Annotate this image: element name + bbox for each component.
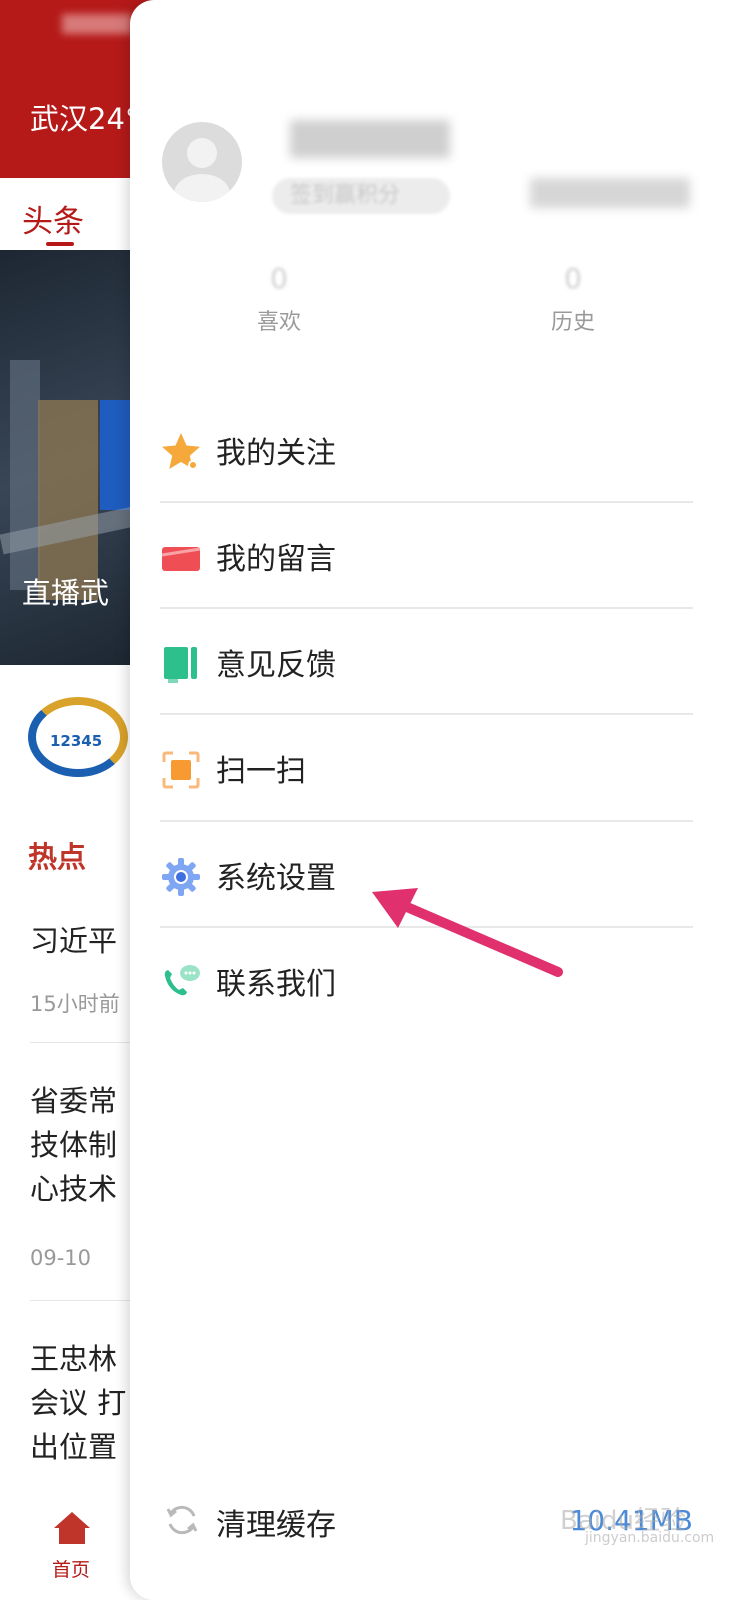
menu-divider <box>160 820 693 822</box>
menu-label: 意见反馈 <box>216 648 336 683</box>
menu-label: 系统设置 <box>216 861 336 896</box>
gear-icon <box>162 858 200 896</box>
hotline-logo-text: 12345 <box>50 732 103 750</box>
likes-label: 喜欢 <box>256 310 301 335</box>
menu-label: 我的关注 <box>216 436 336 471</box>
menu-scan[interactable]: 扫一扫 <box>160 716 693 822</box>
news-title-line[interactable]: 心技术 <box>30 1166 117 1208</box>
history-count: 0 <box>564 262 582 295</box>
menu-my-comments[interactable]: 我的留言 <box>160 504 693 610</box>
city-weather[interactable]: 武汉24° <box>30 96 139 138</box>
user-avatar[interactable] <box>162 122 242 202</box>
menu-label: 我的留言 <box>216 542 336 577</box>
menu-divider <box>160 501 693 503</box>
refresh-icon <box>166 1505 198 1535</box>
likes-count: 0 <box>270 262 288 295</box>
news-title-line[interactable]: 出位置 <box>30 1424 117 1466</box>
signin-points-badge[interactable]: 签到赢积分 <box>272 178 450 214</box>
home-icon[interactable] <box>52 1510 92 1546</box>
menu-divider <box>160 607 693 609</box>
star-icon <box>162 433 200 470</box>
message-card-icon <box>161 547 201 571</box>
stat-history[interactable]: 0 历史 <box>518 262 628 336</box>
username-blurred[interactable] <box>290 120 450 158</box>
scan-icon <box>162 751 200 789</box>
phone-chat-icon <box>164 965 200 996</box>
banner-caption: 直播武 <box>22 576 110 610</box>
feed-divider <box>30 1300 130 1301</box>
watermark-url: jingyan.baidu.com <box>585 1530 715 1546</box>
menu-divider <box>160 713 693 715</box>
news-title-line[interactable]: 会议 打 <box>30 1380 126 1422</box>
feed-divider <box>30 1042 130 1043</box>
menu-label: 扫一扫 <box>216 754 306 789</box>
news-meta: 15小时前 <box>30 992 120 1016</box>
nav-home-label[interactable]: 首页 <box>52 1555 90 1582</box>
news-meta: 09-10 <box>30 1246 92 1270</box>
annotation-arrow-icon <box>372 888 563 977</box>
stat-likes[interactable]: 0 喜欢 <box>224 262 334 336</box>
menu-feedback[interactable]: 意见反馈 <box>160 610 693 716</box>
status-bar-blurred <box>62 14 132 34</box>
menu-label: 联系我们 <box>216 967 336 1002</box>
news-title-line[interactable]: 省委常 <box>30 1078 117 1120</box>
news-title-line[interactable]: 王忠林 <box>30 1336 117 1378</box>
tab-headlines[interactable]: 头条 <box>22 196 84 241</box>
tab-active-indicator <box>46 242 74 246</box>
news-title-line[interactable]: 习近平 <box>30 918 117 960</box>
news-title-line[interactable]: 技体制 <box>30 1122 117 1164</box>
section-hot-title: 热点 <box>28 840 87 874</box>
user-info-blurred <box>530 178 690 208</box>
feedback-book-icon <box>164 647 197 683</box>
history-label: 历史 <box>550 310 595 335</box>
clear-cache-label: 清理缓存 <box>216 1508 336 1543</box>
menu-my-follows[interactable]: 我的关注 <box>160 398 693 504</box>
